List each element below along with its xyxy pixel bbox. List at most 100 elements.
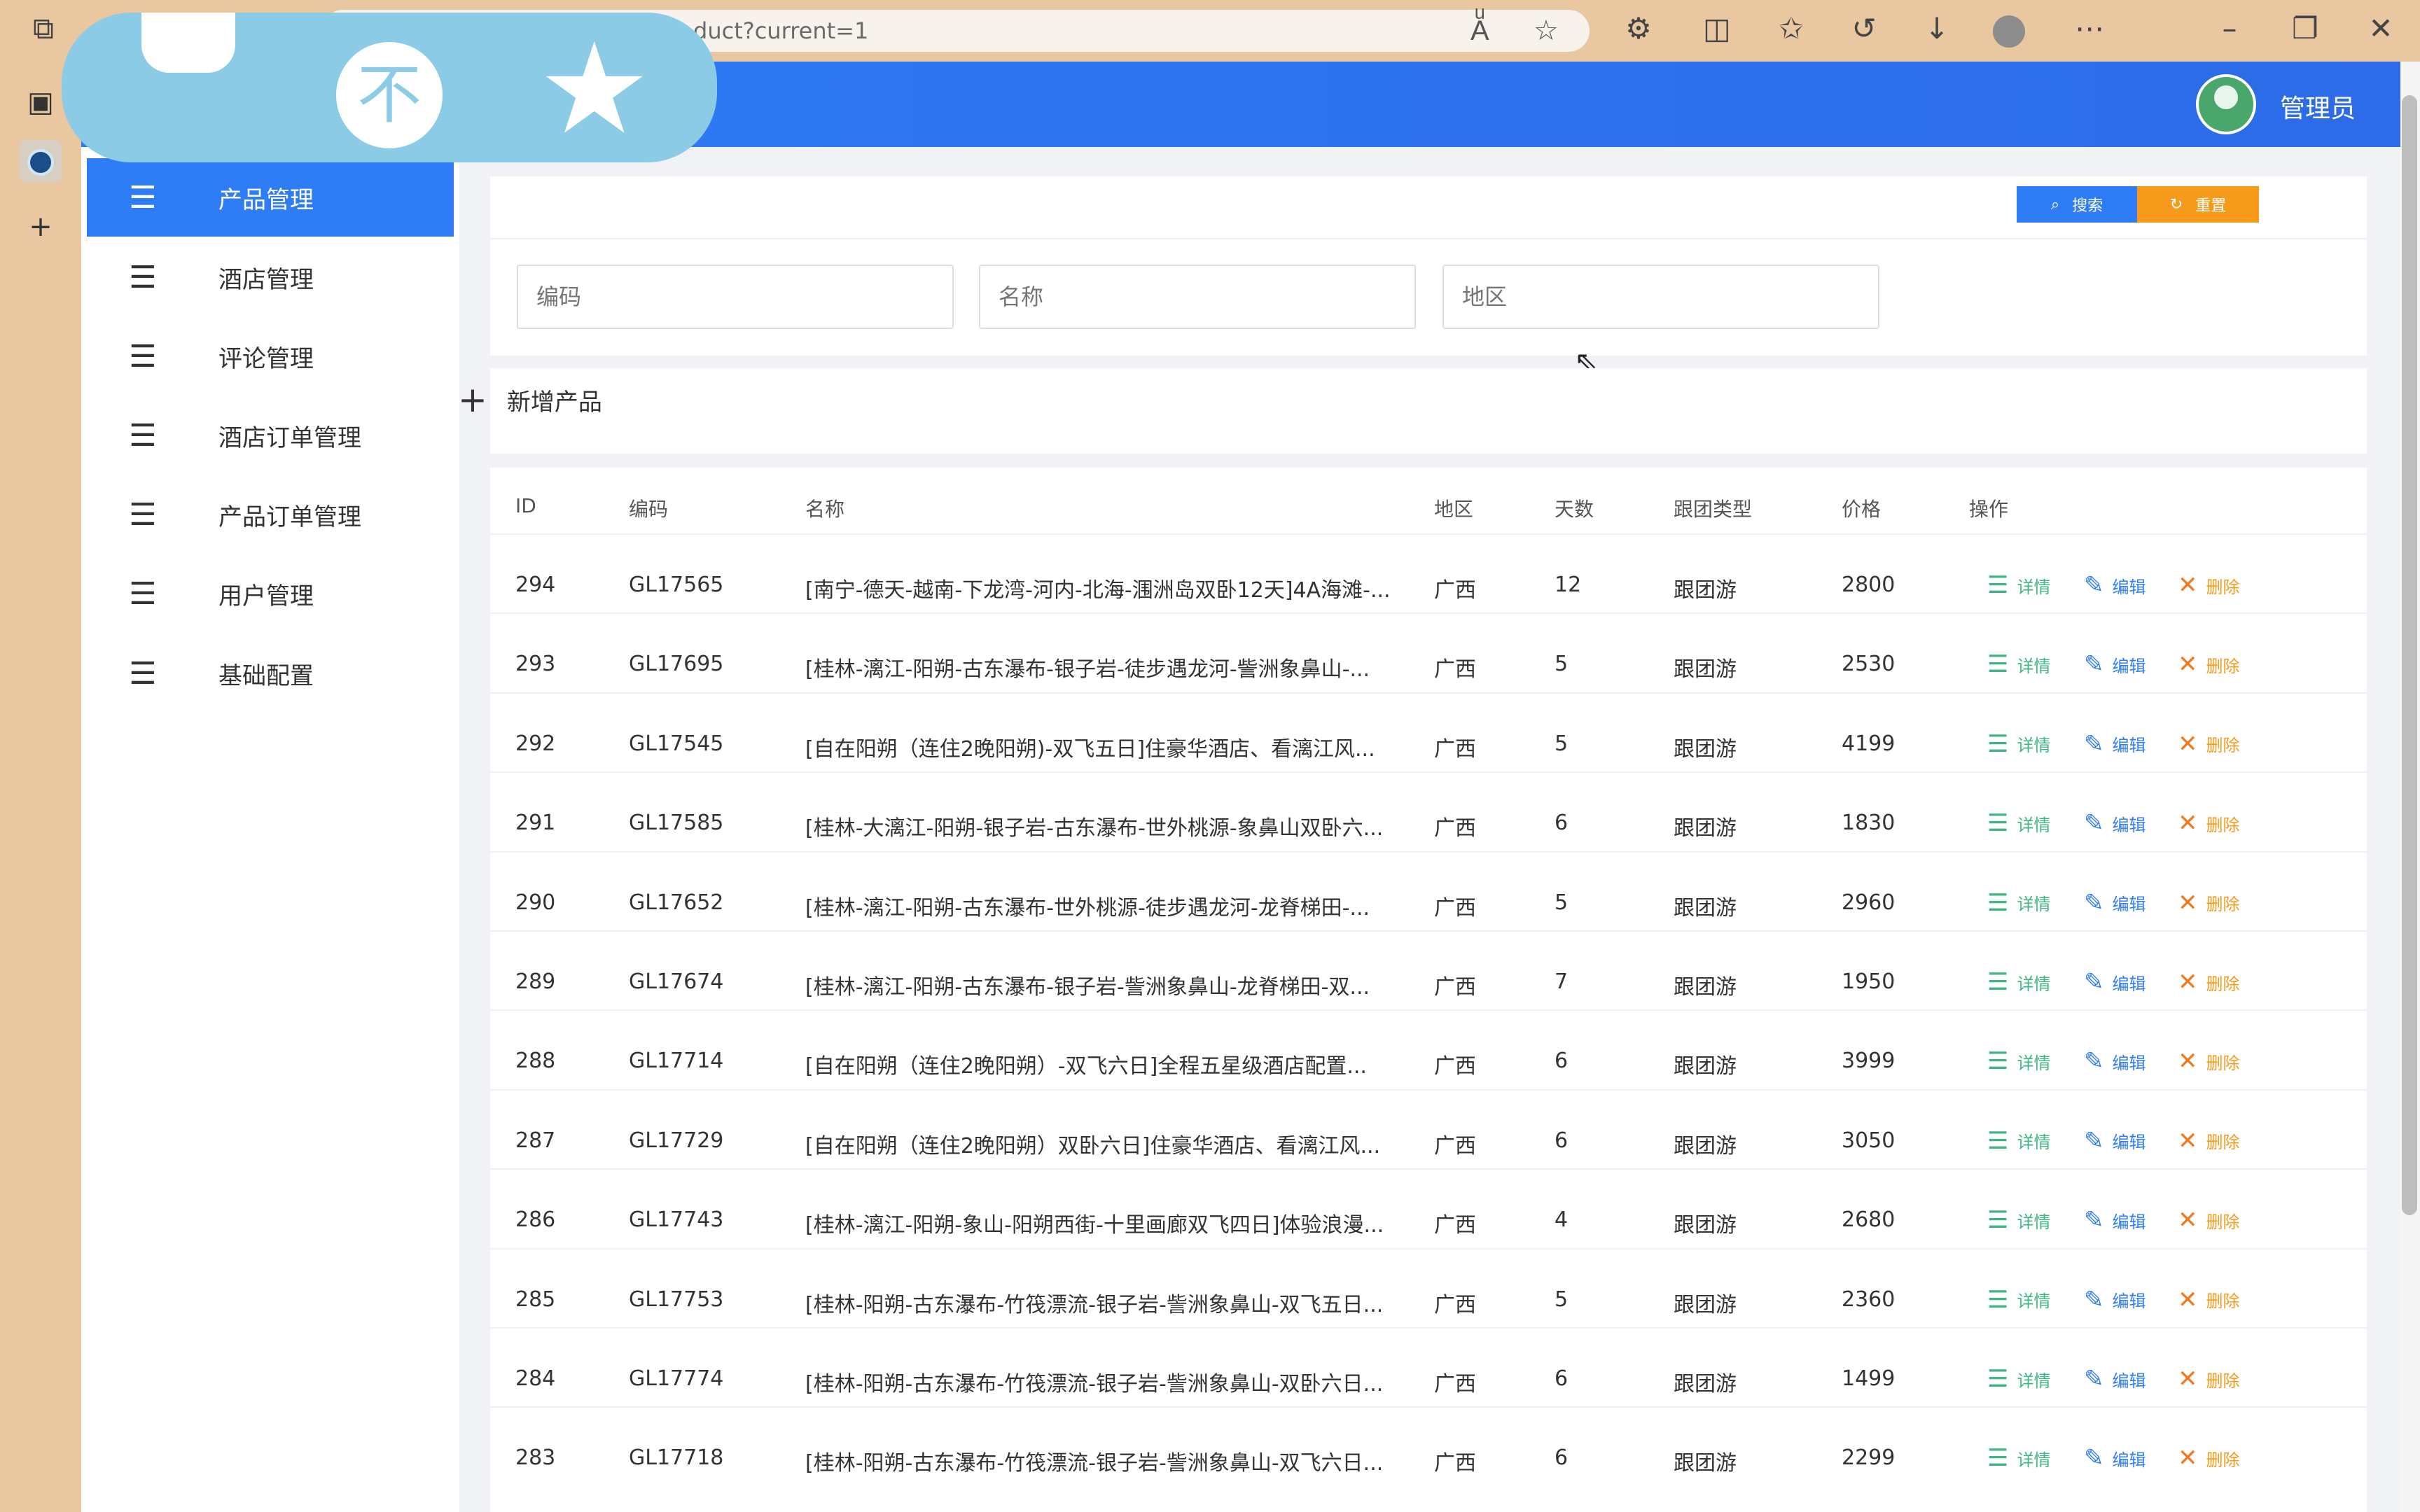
- overlay-star-icon[interactable]: ★: [538, 27, 651, 153]
- delete-button[interactable]: ✕ 删除: [2178, 1365, 2240, 1393]
- sidebar-item-comment[interactable]: ☰ 评论管理: [87, 317, 454, 396]
- overlay-pin-icon[interactable]: 不: [336, 42, 443, 148]
- tab-actions-icon[interactable]: ▣: [20, 81, 62, 123]
- favorite-star-icon[interactable]: ☆: [1534, 15, 1559, 47]
- detail-button[interactable]: ☰ 详情: [1987, 1286, 2050, 1314]
- user-name[interactable]: 管理员: [2280, 88, 2356, 125]
- detail-button[interactable]: ☰ 详情: [1987, 889, 2050, 917]
- history-icon[interactable]: ↺: [1844, 11, 1884, 46]
- detail-button[interactable]: ☰ 详情: [1987, 730, 2050, 758]
- search-button[interactable]: ⌕ 搜索: [2017, 186, 2137, 223]
- edit-label: 编辑: [2112, 815, 2146, 835]
- detail-button[interactable]: ☰ 详情: [1987, 1047, 2050, 1075]
- table-cell-price: 2800: [1842, 573, 1896, 597]
- close-icon[interactable]: ✕: [2361, 11, 2400, 46]
- download-icon[interactable]: ↓: [1917, 11, 1956, 46]
- edit-button[interactable]: ✎ 编辑: [2084, 1286, 2146, 1314]
- table-cell-id: 291: [515, 811, 556, 836]
- name-search-input[interactable]: [979, 265, 1416, 329]
- split-screen-icon[interactable]: ◫: [1697, 11, 1737, 46]
- table-cell-id: 292: [515, 731, 556, 756]
- workspaces-icon[interactable]: ⧉: [24, 11, 63, 46]
- table-row-divider: [490, 850, 2367, 853]
- restore-icon[interactable]: ❐: [2286, 11, 2325, 46]
- edit-button[interactable]: ✎ 编辑: [2084, 889, 2146, 917]
- delete-button[interactable]: ✕ 删除: [2178, 730, 2240, 758]
- menu-icon: ☰: [129, 575, 157, 612]
- edit-button[interactable]: ✎ 编辑: [2084, 1127, 2146, 1155]
- table-cell-type: 跟团游: [1674, 816, 1737, 841]
- edit-button[interactable]: ✎ 编辑: [2084, 730, 2146, 758]
- detail-button[interactable]: ☰ 详情: [1987, 571, 2050, 599]
- sidebar-item-config[interactable]: ☰ 基础配置: [87, 634, 454, 713]
- user-avatar[interactable]: [2196, 74, 2256, 134]
- table-cell-price: 3050: [1842, 1128, 1896, 1153]
- delete-icon: ✕: [2178, 1206, 2198, 1235]
- delete-button[interactable]: ✕ 删除: [2178, 1286, 2240, 1314]
- edit-button[interactable]: ✎ 编辑: [2084, 571, 2146, 599]
- detail-icon: ☰: [1987, 1444, 2009, 1473]
- extensions-icon[interactable]: ⚙: [1619, 11, 1658, 46]
- detail-label: 详情: [2017, 656, 2051, 676]
- favorites-icon[interactable]: ✩: [1772, 11, 1811, 46]
- detail-button[interactable]: ☰ 详情: [1987, 1444, 2050, 1472]
- detail-button[interactable]: ☰ 详情: [1987, 809, 2050, 837]
- delete-button[interactable]: ✕ 删除: [2178, 650, 2240, 678]
- detail-button[interactable]: ☰ 详情: [1987, 1127, 2050, 1155]
- table-cell-name: [桂林-阳朔-古东瀑布-竹筏漂流-银子岩-訾洲象鼻山-双飞六日...: [805, 1451, 1384, 1476]
- code-search-input[interactable]: [517, 265, 954, 329]
- detail-label: 详情: [2017, 1292, 2051, 1312]
- table-cell-region: 广西: [1434, 895, 1476, 920]
- column-header: 天数: [1555, 498, 1594, 521]
- delete-button[interactable]: ✕ 删除: [2178, 968, 2240, 996]
- sidebar-item-product-order[interactable]: ☰ 产品订单管理: [87, 475, 454, 554]
- detail-button[interactable]: ☰ 详情: [1987, 650, 2050, 678]
- table-cell-days: 5: [1555, 731, 1569, 756]
- delete-button[interactable]: ✕ 删除: [2178, 889, 2240, 917]
- add-product-label: 新增产品: [506, 388, 602, 416]
- edit-button[interactable]: ✎ 编辑: [2084, 1047, 2146, 1075]
- region-search-input[interactable]: [1442, 265, 1879, 329]
- delete-button[interactable]: ✕ 删除: [2178, 1206, 2240, 1234]
- browser-tab-active[interactable]: [20, 140, 62, 182]
- edit-button[interactable]: ✎ 编辑: [2084, 1365, 2146, 1393]
- detail-button[interactable]: ☰ 详情: [1987, 1365, 2050, 1393]
- edit-icon: ✎: [2084, 888, 2104, 917]
- delete-button[interactable]: ✕ 删除: [2178, 809, 2240, 837]
- detail-button[interactable]: ☰ 详情: [1987, 1206, 2050, 1234]
- table-cell-code: GL17585: [629, 811, 724, 836]
- more-menu-icon[interactable]: ⋯: [2070, 11, 2109, 46]
- delete-button[interactable]: ✕ 删除: [2178, 1444, 2240, 1472]
- sidebar-item-product[interactable]: ☰ 产品管理: [87, 158, 454, 237]
- delete-icon: ✕: [2178, 1285, 2198, 1314]
- table-cell-id: 283: [515, 1446, 556, 1471]
- delete-button[interactable]: ✕ 删除: [2178, 571, 2240, 599]
- scrollbar-thumb[interactable]: [2402, 95, 2417, 1215]
- minimize-icon[interactable]: –: [2210, 11, 2249, 46]
- detail-button[interactable]: ☰ 详情: [1987, 968, 2050, 996]
- read-aloud-icon[interactable]: Aͧ: [1470, 15, 1489, 47]
- sidebar-item-user[interactable]: ☰ 用户管理: [87, 554, 454, 633]
- overlay-tab-icon[interactable]: [141, 13, 235, 73]
- column-header: 跟团类型: [1674, 498, 1753, 521]
- delete-label: 删除: [2206, 1212, 2240, 1232]
- browser-vertical-tabs: ▣ +: [0, 62, 81, 1512]
- table-cell-code: GL17729: [629, 1128, 724, 1153]
- edit-button[interactable]: ✎ 编辑: [2084, 809, 2146, 837]
- detail-label: 详情: [2017, 1212, 2051, 1232]
- profile-icon[interactable]: [1993, 15, 2025, 48]
- edit-button[interactable]: ✎ 编辑: [2084, 650, 2146, 678]
- delete-label: 删除: [2206, 656, 2240, 676]
- reset-button[interactable]: ↻ 重置: [2137, 186, 2259, 223]
- edit-button[interactable]: ✎ 编辑: [2084, 1206, 2146, 1234]
- sidebar-item-hotel[interactable]: ☰ 酒店管理: [87, 238, 454, 316]
- delete-button[interactable]: ✕ 删除: [2178, 1047, 2240, 1075]
- column-header: 价格: [1842, 498, 1882, 521]
- delete-label: 删除: [2206, 1450, 2240, 1470]
- sidebar-item-hotel-order[interactable]: ☰ 酒店订单管理: [87, 396, 454, 475]
- delete-button[interactable]: ✕ 删除: [2178, 1127, 2240, 1155]
- edit-button[interactable]: ✎ 编辑: [2084, 1444, 2146, 1472]
- edit-button[interactable]: ✎ 编辑: [2084, 968, 2146, 996]
- new-tab-icon[interactable]: +: [20, 206, 62, 248]
- add-product-button[interactable]: + 新增产品: [458, 379, 602, 420]
